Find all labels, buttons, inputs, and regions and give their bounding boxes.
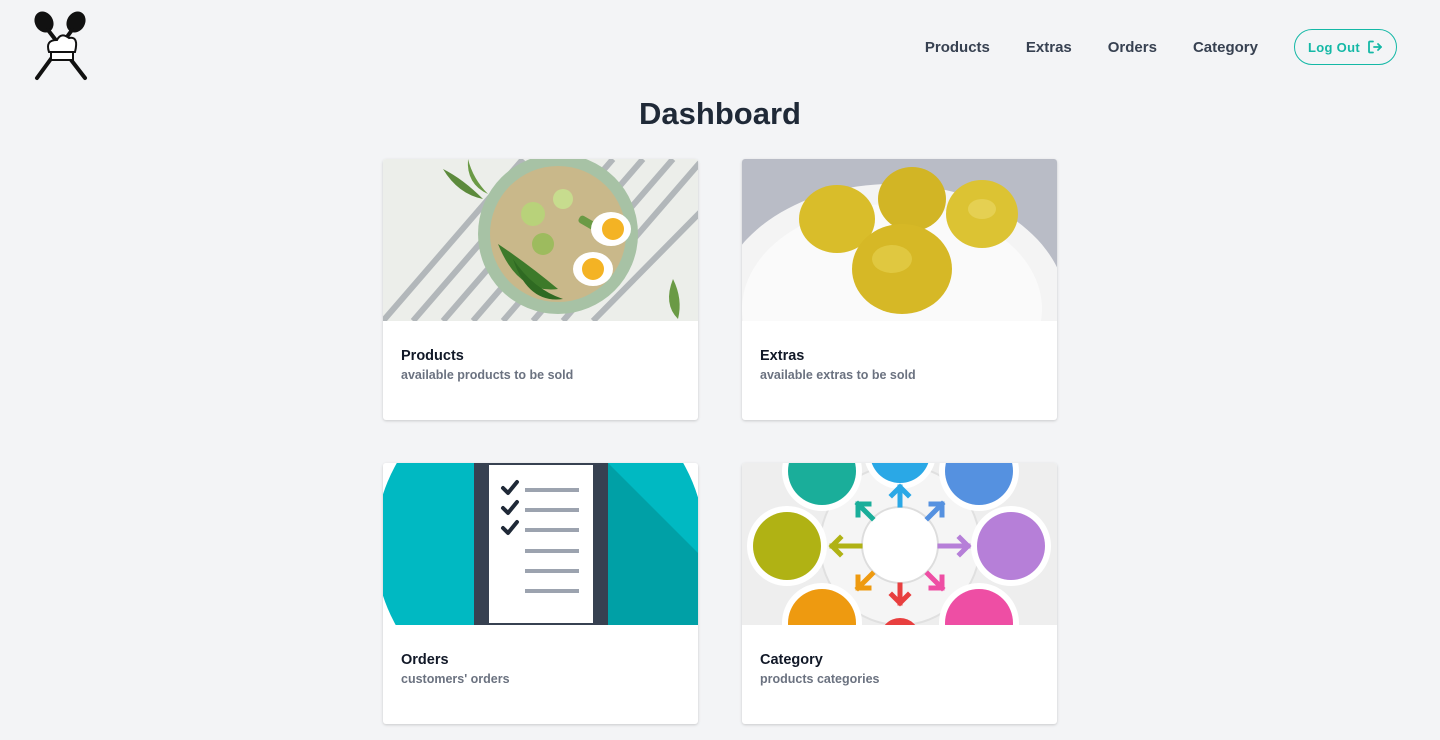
card-description: products categories bbox=[760, 672, 880, 686]
nav-extras[interactable]: Extras bbox=[1026, 39, 1072, 56]
card-description: available extras to be sold bbox=[760, 368, 916, 382]
logout-button[interactable]: Log Out bbox=[1294, 29, 1397, 65]
dumplings-image bbox=[742, 159, 1057, 321]
page-title: Dashboard bbox=[639, 96, 801, 131]
logo[interactable] bbox=[30, 8, 92, 82]
logout-arrow-icon bbox=[1368, 40, 1382, 54]
nav-products[interactable]: Products bbox=[925, 39, 990, 56]
card-extras[interactable]: Extras available extras to be sold bbox=[742, 159, 1057, 420]
card-category[interactable]: Category products categories bbox=[742, 463, 1057, 724]
main-nav: Products Extras Orders Category Log Out bbox=[925, 29, 1397, 65]
card-description: customers' orders bbox=[401, 672, 510, 686]
card-description: available products to be sold bbox=[401, 368, 574, 382]
card-orders[interactable]: Orders customers' orders bbox=[383, 463, 698, 724]
card-products[interactable]: Products available products to be sold bbox=[383, 159, 698, 420]
logout-label: Log Out bbox=[1308, 39, 1360, 55]
card-title: Category bbox=[760, 652, 823, 668]
salad-bowl-image bbox=[383, 159, 698, 321]
category-circles-image bbox=[742, 463, 1057, 625]
nav-orders[interactable]: Orders bbox=[1108, 39, 1157, 56]
card-title: Orders bbox=[401, 652, 449, 668]
card-title: Extras bbox=[760, 348, 805, 364]
nav-category[interactable]: Category bbox=[1193, 39, 1258, 56]
checklist-image bbox=[383, 463, 698, 625]
card-title: Products bbox=[401, 348, 464, 364]
